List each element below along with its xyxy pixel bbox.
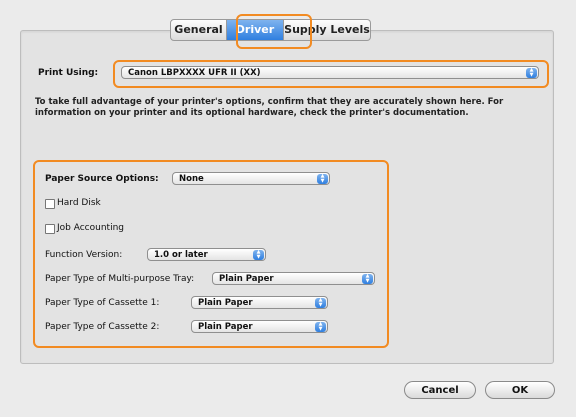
job-accounting-label: Job Accounting: [57, 223, 124, 233]
paper-source-value: None: [179, 174, 204, 184]
mp-tray-label: Paper Type of Multi-purpose Tray:: [45, 274, 195, 284]
up-down-arrows-icon: ▲ ▼: [315, 322, 326, 332]
cassette1-label: Paper Type of Cassette 1:: [45, 298, 160, 308]
printer-options-window: General Driver Supply Levels Print Using…: [0, 0, 576, 417]
up-down-arrows-icon: ▲ ▼: [317, 174, 328, 184]
print-using-value: Canon LBPXXXX UFR II (XX): [128, 68, 261, 78]
paper-source-select[interactable]: None ▲ ▼: [172, 172, 330, 185]
driver-panel: [20, 30, 554, 364]
cassette2-value: Plain Paper: [198, 322, 253, 332]
description-text: To take full advantage of your printer's…: [35, 97, 504, 118]
function-version-select[interactable]: 1.0 or later ▲ ▼: [147, 248, 266, 261]
print-using-label: Print Using:: [38, 68, 99, 78]
cassette1-value: Plain Paper: [198, 298, 253, 308]
tab-supply-levels[interactable]: Supply Levels: [284, 19, 371, 41]
up-down-arrows-icon: ▲ ▼: [526, 68, 537, 78]
mp-tray-value: Plain Paper: [219, 274, 274, 284]
tab-bar: General Driver Supply Levels: [170, 19, 371, 41]
tab-driver[interactable]: Driver: [227, 19, 284, 41]
function-version-label: Function Version:: [45, 250, 123, 260]
up-down-arrows-icon: ▲ ▼: [253, 250, 264, 260]
mp-tray-select[interactable]: Plain Paper ▲ ▼: [212, 272, 375, 285]
job-accounting-checkbox[interactable]: [45, 224, 55, 234]
up-down-arrows-icon: ▲ ▼: [315, 298, 326, 308]
paper-source-label: Paper Source Options:: [45, 174, 159, 184]
cassette1-select[interactable]: Plain Paper ▲ ▼: [191, 296, 328, 309]
up-down-arrows-icon: ▲ ▼: [362, 274, 373, 284]
cassette2-label: Paper Type of Cassette 2:: [45, 322, 160, 332]
tab-general[interactable]: General: [170, 19, 227, 41]
cancel-button[interactable]: Cancel: [404, 381, 476, 399]
function-version-value: 1.0 or later: [154, 250, 208, 260]
ok-button[interactable]: OK: [485, 381, 555, 399]
cassette2-select[interactable]: Plain Paper ▲ ▼: [191, 320, 328, 333]
print-using-select[interactable]: Canon LBPXXXX UFR II (XX) ▲ ▼: [121, 66, 539, 79]
hard-disk-label: Hard Disk: [57, 198, 101, 208]
hard-disk-checkbox[interactable]: [45, 199, 55, 209]
